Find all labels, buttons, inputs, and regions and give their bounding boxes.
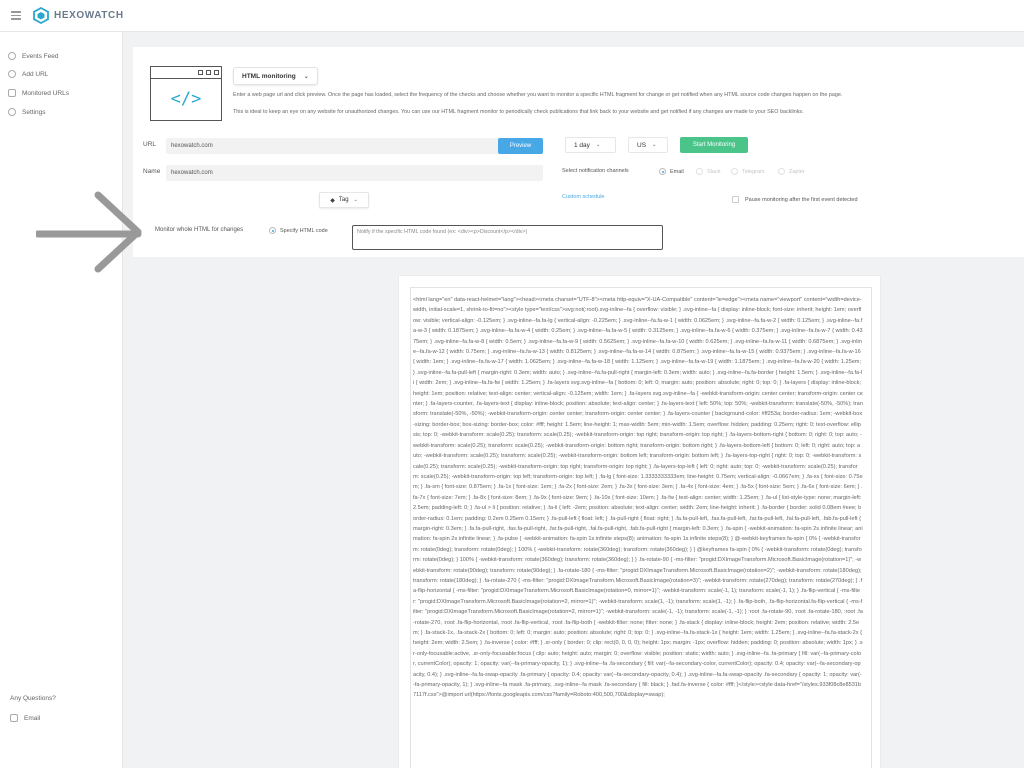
sidebar-item-events-feed[interactable]: Events Feed xyxy=(8,51,59,61)
list-icon xyxy=(8,89,16,97)
questions-heading: Any Questions? xyxy=(10,695,56,702)
checkbox-box xyxy=(732,196,739,203)
channel-label: Zapier xyxy=(789,168,805,175)
page-source-preview: <html lang="en" data-react-helmet="lang"… xyxy=(399,276,880,768)
source-code-view[interactable]: <html lang="en" data-react-helmet="lang"… xyxy=(410,287,872,768)
sidebar-item-label: Email xyxy=(24,714,41,722)
sidebar-item-label: Settings xyxy=(22,108,46,116)
plus-circle-icon xyxy=(8,70,16,78)
app-name: HEXOWATCH xyxy=(54,10,124,21)
sidebar-item-label: Monitored URLs xyxy=(22,89,69,97)
bell-icon xyxy=(8,52,16,60)
sidebar-item-settings[interactable]: Settings xyxy=(8,107,46,117)
sidebar-item-add-url[interactable]: Add URL xyxy=(8,69,48,79)
name-input[interactable]: hexowatch.com xyxy=(166,165,543,181)
frequency-value: 1 day xyxy=(574,141,590,149)
region-dropdown[interactable]: US ⌄ xyxy=(628,137,668,153)
channel-zapier-checkbox[interactable]: Zapier xyxy=(778,168,805,175)
menu-toggle-icon[interactable] xyxy=(11,11,21,20)
source-code-text: <html lang="en" data-react-helmet="lang"… xyxy=(413,297,863,699)
url-label: URL xyxy=(143,141,157,148)
channel-email-checkbox[interactable]: Email xyxy=(659,168,684,175)
chevron-down-icon: ⌄ xyxy=(303,73,309,80)
chevron-down-icon: ⌄ xyxy=(353,197,358,203)
checkbox-indicator xyxy=(731,168,738,175)
email-icon xyxy=(10,714,18,722)
html-code-illustration: </> xyxy=(150,66,222,121)
sidebar: Events Feed Add URL Monitored URLs Setti… xyxy=(0,32,123,768)
description-text: This is ideal to keep an eye on any webs… xyxy=(233,109,804,115)
specify-html-label: Specify HTML code xyxy=(280,227,328,234)
channel-slack-checkbox[interactable]: Slack xyxy=(696,168,720,175)
region-value: US xyxy=(637,141,647,149)
sidebar-item-label: Events Feed xyxy=(22,52,59,60)
code-brackets-icon: </> xyxy=(170,89,202,109)
sidebar-item-monitored-urls[interactable]: Monitored URLs xyxy=(8,88,69,98)
gear-icon xyxy=(8,108,16,116)
pause-monitoring-checkbox[interactable]: Pause monitoring after the first event d… xyxy=(732,196,858,203)
tag-icon: ◆ xyxy=(330,197,335,204)
monitor-whole-html-option[interactable]: Monitor whole HTML for changes xyxy=(155,227,243,233)
sidebar-item-email[interactable]: Email xyxy=(10,713,40,723)
frequency-dropdown[interactable]: 1 day ⌄ xyxy=(565,137,616,153)
preview-button[interactable]: Preview xyxy=(498,138,543,154)
html-code-textarea[interactable]: Notify if the specific HTML code found (… xyxy=(352,225,663,250)
checkbox-indicator xyxy=(778,168,785,175)
pause-monitoring-label: Pause monitoring after the first event d… xyxy=(745,196,858,203)
custom-schedule-link[interactable]: Custom schedule xyxy=(562,194,605,200)
specify-html-radio[interactable]: Specify HTML code xyxy=(269,227,328,234)
notification-channels-label: Select notification channels xyxy=(562,168,629,174)
app-logo[interactable]: HEXOWATCH xyxy=(33,7,124,24)
monitor-type-dropdown[interactable]: HTML monitoring ⌄ xyxy=(233,67,318,85)
tag-label: Tag xyxy=(338,197,349,203)
monitor-type-label: HTML monitoring xyxy=(242,72,296,80)
top-bar: HEXOWATCH xyxy=(0,0,1024,32)
tag-dropdown[interactable]: ◆ Tag ⌄ xyxy=(319,192,369,208)
checkbox-indicator xyxy=(659,168,666,175)
hexowatch-logo-icon xyxy=(33,7,49,24)
radio-indicator xyxy=(269,227,276,234)
description-text: Enter a web page url and click preview. … xyxy=(233,92,843,98)
channel-label: Telegram xyxy=(742,168,765,175)
url-input[interactable]: hexowatch.com xyxy=(166,138,499,154)
chevron-down-icon: ⌄ xyxy=(652,142,657,148)
name-label: Name xyxy=(143,168,161,175)
channel-label: Slack xyxy=(707,168,721,175)
chevron-down-icon: ⌄ xyxy=(595,142,601,148)
channel-label: Email xyxy=(670,168,684,175)
channel-telegram-checkbox[interactable]: Telegram xyxy=(731,168,765,175)
sidebar-item-label: Add URL xyxy=(22,70,49,78)
browser-bar xyxy=(151,67,221,79)
start-monitoring-button[interactable]: Start Monitoring xyxy=(680,137,748,153)
annotation-arrow-icon xyxy=(36,191,142,273)
monitor-settings-panel: </> HTML monitoring ⌄ Enter a web page u… xyxy=(133,47,1024,257)
checkbox-indicator xyxy=(696,168,703,175)
